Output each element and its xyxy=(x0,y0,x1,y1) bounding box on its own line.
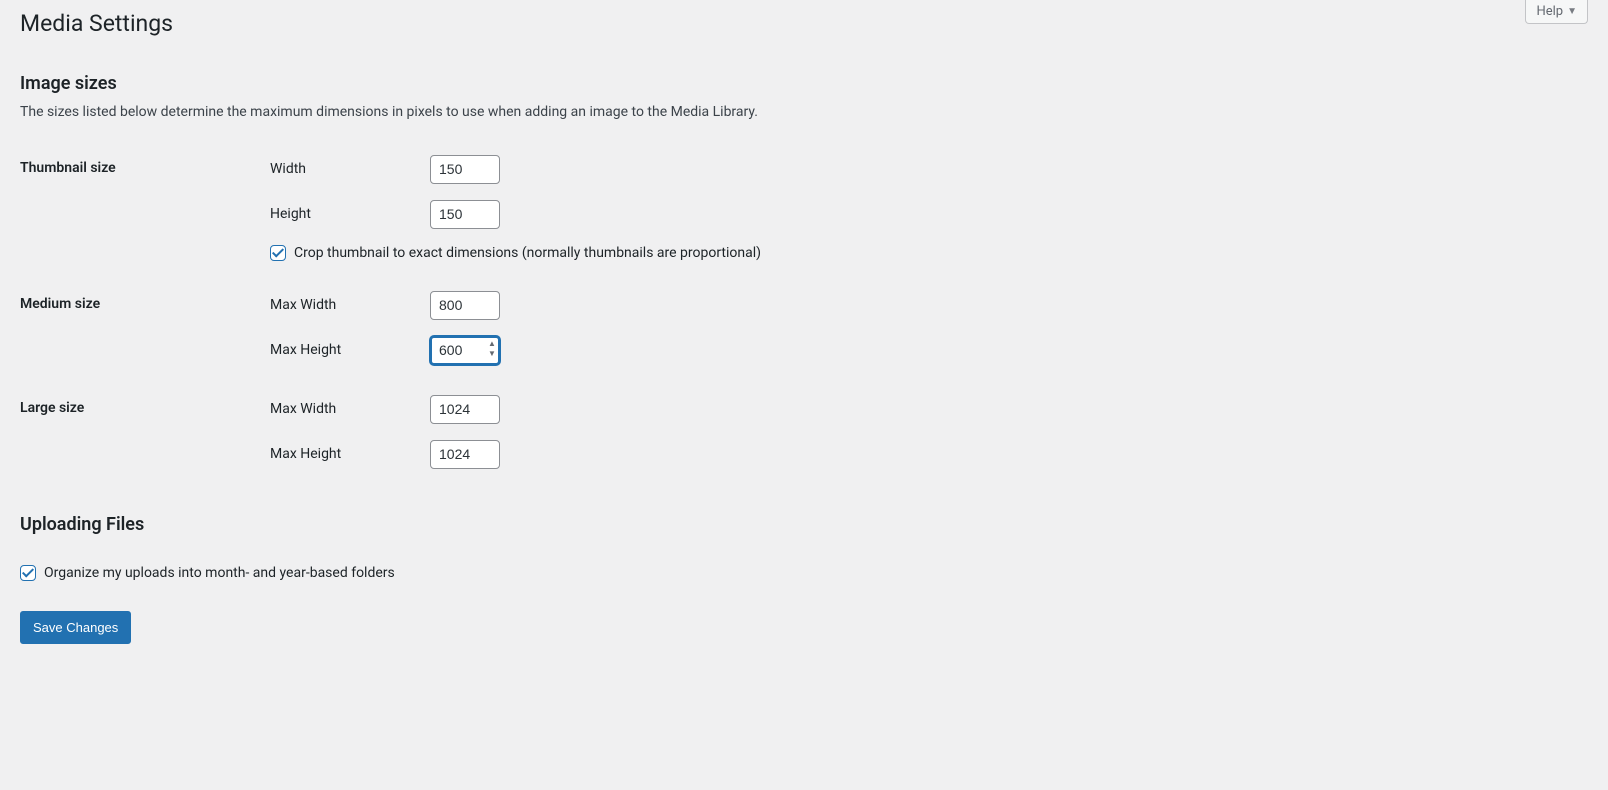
submit-row: Save Changes xyxy=(20,611,1588,645)
organize-uploads-row: Organize my uploads into month- and year… xyxy=(20,565,1588,581)
thumbnail-crop-label: Crop thumbnail to exact dimensions (norm… xyxy=(294,245,761,261)
chevron-down-icon: ▼ xyxy=(1567,6,1577,17)
large-max-height-row: Max Height xyxy=(270,440,1578,469)
large-size-label: Large size xyxy=(20,380,260,484)
image-sizes-table: Thumbnail size Width Height Crop thumbna… xyxy=(20,140,1588,484)
large-max-height-label: Max Height xyxy=(270,446,430,462)
spinner-down-icon[interactable]: ▼ xyxy=(486,350,498,360)
thumbnail-crop-row: Crop thumbnail to exact dimensions (norm… xyxy=(270,245,1578,261)
medium-max-width-row: Max Width xyxy=(270,291,1578,320)
organize-uploads-checkbox[interactable] xyxy=(20,565,36,581)
thumbnail-width-label: Width xyxy=(270,161,430,177)
medium-max-height-label: Max Height xyxy=(270,342,430,358)
thumbnail-size-row: Thumbnail size Width Height Crop thumbna… xyxy=(20,140,1588,276)
thumbnail-height-input[interactable] xyxy=(430,200,500,229)
medium-max-width-input[interactable] xyxy=(430,291,500,320)
medium-max-height-row: Max Height ▲ ▼ xyxy=(270,336,1578,365)
thumbnail-height-label: Height xyxy=(270,206,430,222)
large-max-width-row: Max Width xyxy=(270,395,1578,424)
medium-max-width-label: Max Width xyxy=(270,297,430,313)
large-max-height-input[interactable] xyxy=(430,440,500,469)
large-max-width-input[interactable] xyxy=(430,395,500,424)
help-tab[interactable]: Help ▼ xyxy=(1525,0,1588,24)
thumbnail-width-row: Width xyxy=(270,155,1578,184)
thumbnail-height-row: Height xyxy=(270,200,1578,229)
image-sizes-heading: Image sizes xyxy=(20,73,1588,94)
thumbnail-size-label: Thumbnail size xyxy=(20,140,260,276)
medium-size-row: Medium size Max Width Max Height ▲ ▼ xyxy=(20,276,1588,380)
large-max-width-label: Max Width xyxy=(270,401,430,417)
large-size-row: Large size Max Width Max Height xyxy=(20,380,1588,484)
organize-uploads-label: Organize my uploads into month- and year… xyxy=(44,565,395,581)
number-spinner-icon[interactable]: ▲ ▼ xyxy=(486,338,498,363)
page-title: Media Settings xyxy=(20,0,1588,43)
uploading-files-heading: Uploading Files xyxy=(20,514,1588,535)
thumbnail-crop-checkbox[interactable] xyxy=(270,245,286,261)
medium-size-label: Medium size xyxy=(20,276,260,380)
save-changes-button[interactable]: Save Changes xyxy=(20,611,131,645)
thumbnail-width-input[interactable] xyxy=(430,155,500,184)
image-sizes-description: The sizes listed below determine the max… xyxy=(20,104,1588,120)
help-label: Help xyxy=(1536,4,1563,19)
